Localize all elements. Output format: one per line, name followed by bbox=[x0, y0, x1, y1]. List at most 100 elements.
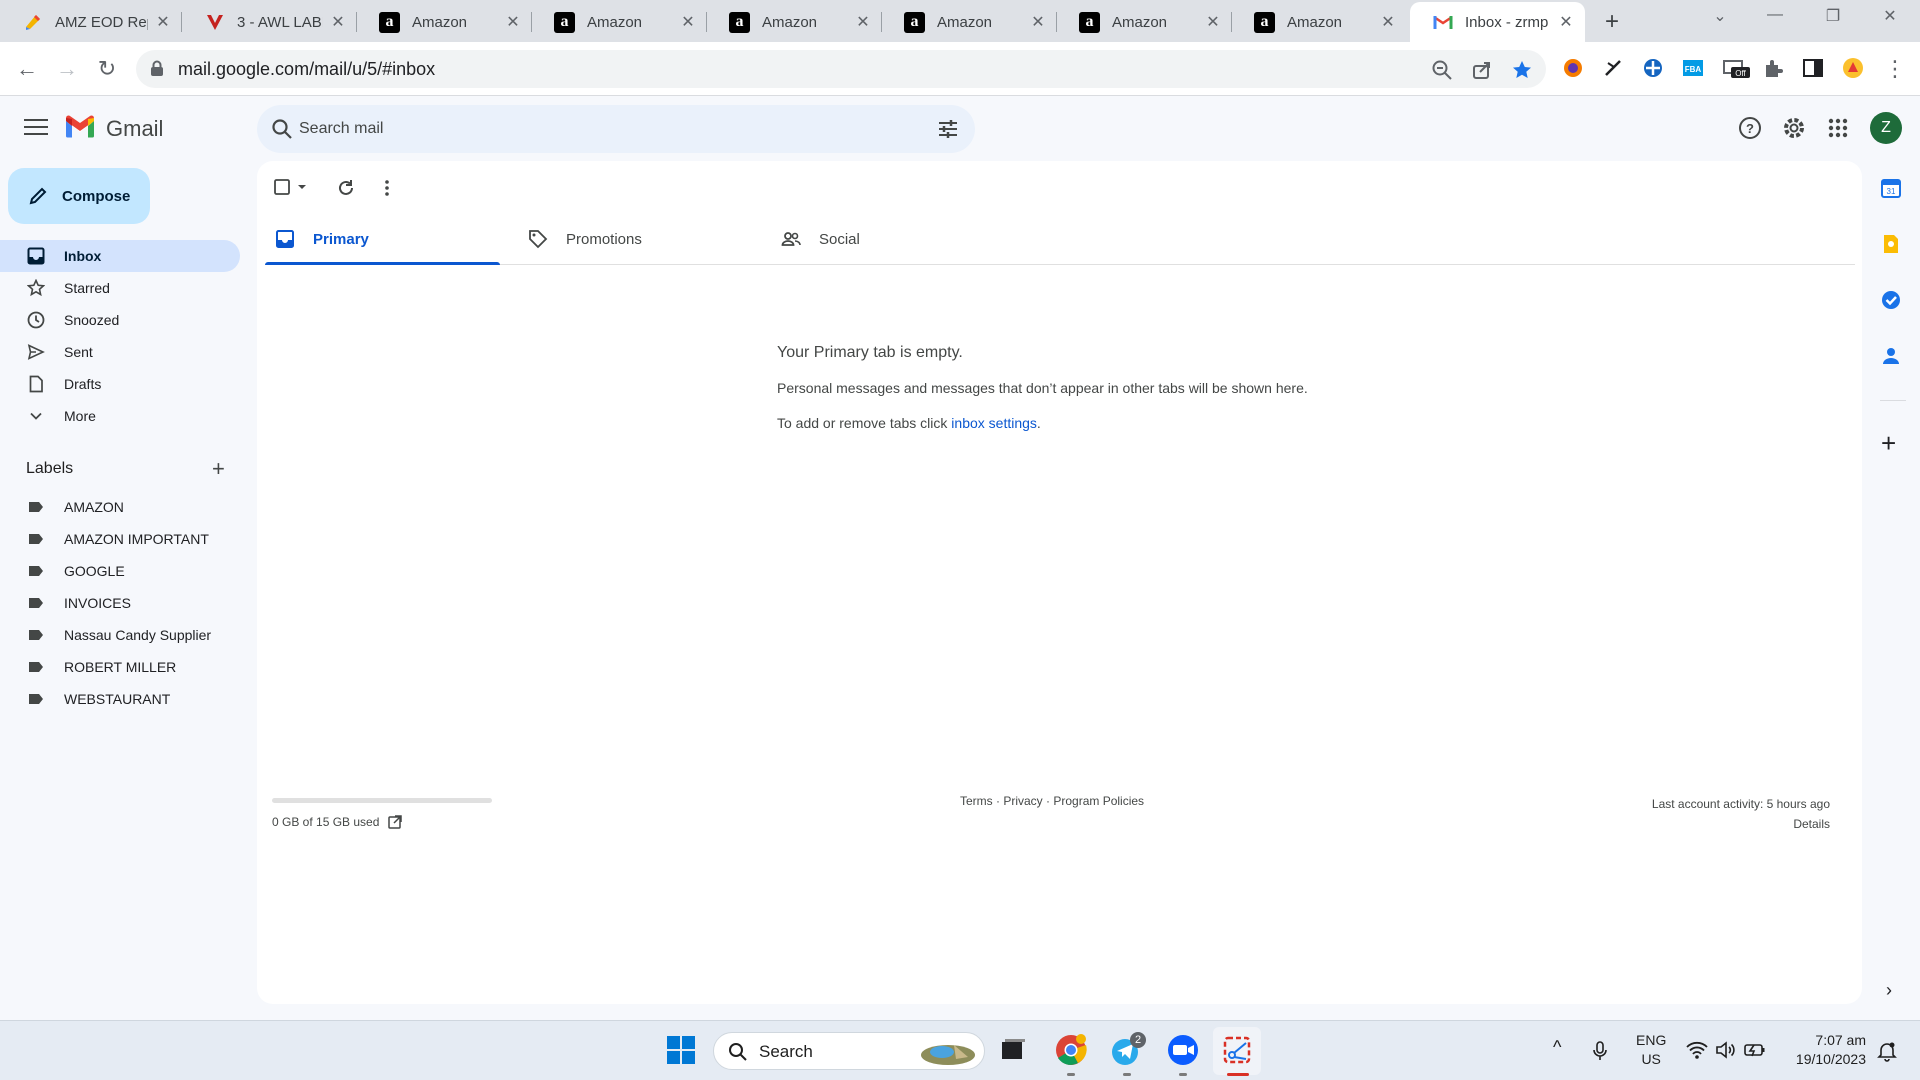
share-icon[interactable] bbox=[1471, 59, 1493, 81]
sidebar-item-drafts[interactable]: Drafts bbox=[0, 368, 240, 400]
restore-icon[interactable]: ❐ bbox=[1813, 6, 1853, 26]
zoom-out-icon[interactable] bbox=[1431, 59, 1453, 81]
browser-tab[interactable]: 3 - AWL LABE ✕ bbox=[182, 2, 357, 42]
side-panel-icon[interactable] bbox=[1802, 57, 1824, 79]
calendar-icon[interactable]: 31 bbox=[1880, 177, 1902, 199]
clock[interactable]: 7:07 am 19/10/2023 bbox=[1786, 1031, 1866, 1069]
privacy-link[interactable]: Privacy bbox=[1003, 794, 1042, 808]
show-hidden-icons-chevron-icon[interactable]: ^ bbox=[1553, 1037, 1561, 1058]
browser-tab-active[interactable]: Inbox - zrmp ✕ bbox=[1410, 2, 1585, 42]
firefox-like-extension-icon[interactable] bbox=[1562, 57, 1584, 79]
search-icon[interactable] bbox=[271, 118, 293, 140]
help-icon[interactable]: ? bbox=[1737, 115, 1763, 141]
search-input[interactable] bbox=[299, 117, 899, 141]
close-tab-icon[interactable]: ✕ bbox=[1557, 12, 1575, 32]
tasks-icon[interactable] bbox=[1880, 289, 1902, 311]
program-policies-link[interactable]: Program Policies bbox=[1053, 794, 1144, 808]
refresh-icon[interactable] bbox=[336, 176, 356, 200]
label-item[interactable]: ROBERT MILLER bbox=[0, 651, 240, 683]
sidebar-item-sent[interactable]: Sent bbox=[0, 336, 240, 368]
get-addons-plus-icon[interactable]: + bbox=[1881, 428, 1896, 459]
browser-tab[interactable]: a Amazon ✕ bbox=[357, 2, 532, 42]
contacts-icon[interactable] bbox=[1880, 345, 1902, 367]
taskbar-search[interactable]: Search bbox=[713, 1032, 985, 1070]
apps-grid-icon[interactable] bbox=[1825, 115, 1851, 141]
browser-tab[interactable]: a Amazon ✕ bbox=[1057, 2, 1232, 42]
snowflake-extension-icon[interactable] bbox=[1642, 57, 1664, 79]
back-icon[interactable]: ← bbox=[12, 54, 42, 84]
inbox-settings-link[interactable]: inbox settings bbox=[951, 415, 1037, 431]
tab-primary[interactable]: Primary bbox=[265, 213, 500, 265]
reload-icon[interactable]: ↻ bbox=[92, 54, 122, 84]
new-tab-icon[interactable]: + bbox=[1600, 8, 1624, 36]
close-tab-icon[interactable]: ✕ bbox=[154, 12, 172, 32]
main-menu-icon[interactable] bbox=[24, 119, 48, 137]
extensions-puzzle-icon[interactable] bbox=[1762, 57, 1784, 79]
address-bar[interactable]: mail.google.com/mail/u/5/#inbox bbox=[136, 50, 1546, 88]
browser-tab[interactable]: AMZ EOD Rep ✕ bbox=[0, 2, 182, 42]
task-view-icon[interactable] bbox=[996, 1033, 1030, 1067]
more-vert-icon[interactable] bbox=[377, 176, 397, 200]
wifi-icon[interactable] bbox=[1686, 1040, 1708, 1060]
close-tab-icon[interactable]: ✕ bbox=[854, 12, 872, 32]
close-tab-icon[interactable]: ✕ bbox=[1379, 12, 1397, 32]
bookmark-star-icon[interactable] bbox=[1511, 59, 1533, 81]
label-item[interactable]: GOOGLE bbox=[0, 555, 240, 587]
label-item[interactable]: WEBSTAURANT bbox=[0, 683, 240, 715]
account-avatar[interactable]: Z bbox=[1870, 112, 1902, 144]
minimize-icon[interactable]: — bbox=[1755, 6, 1795, 24]
search-bar[interactable] bbox=[257, 105, 975, 153]
windows-start-icon[interactable] bbox=[664, 1033, 698, 1067]
chrome-icon[interactable] bbox=[1054, 1033, 1088, 1067]
zoom-icon[interactable] bbox=[1166, 1033, 1200, 1067]
close-tab-icon[interactable]: ✕ bbox=[329, 12, 347, 32]
label-item[interactable]: AMAZON IMPORTANT bbox=[0, 523, 240, 555]
label-item[interactable]: Nassau Candy Supplier bbox=[0, 619, 240, 651]
label-item[interactable]: AMAZON bbox=[0, 491, 240, 523]
fba-extension-icon[interactable]: FBA bbox=[1682, 57, 1704, 79]
tab-social[interactable]: Social bbox=[771, 213, 1006, 265]
select-all-control[interactable] bbox=[273, 175, 309, 199]
checkbox-icon[interactable] bbox=[273, 178, 291, 196]
sidebar-item-starred[interactable]: Starred bbox=[0, 272, 240, 304]
close-tab-icon[interactable]: ✕ bbox=[679, 12, 697, 32]
add-label-icon[interactable]: + bbox=[212, 456, 225, 482]
tab-search-chevron-icon[interactable]: ⌄ bbox=[1700, 6, 1740, 26]
tab-promotions[interactable]: Promotions bbox=[518, 213, 753, 265]
cursor-extension-icon[interactable] bbox=[1602, 57, 1624, 79]
volume-icon[interactable] bbox=[1715, 1040, 1737, 1060]
close-tab-icon[interactable]: ✕ bbox=[1204, 12, 1222, 32]
search-options-icon[interactable] bbox=[937, 118, 959, 140]
sidebar-item-snoozed[interactable]: Snoozed bbox=[0, 304, 240, 336]
notification-bell-icon[interactable] bbox=[1876, 1040, 1898, 1062]
close-window-icon[interactable]: ✕ bbox=[1870, 6, 1910, 26]
lock-icon[interactable] bbox=[150, 60, 164, 82]
input-language[interactable]: ENG US bbox=[1636, 1031, 1666, 1069]
browser-tab[interactable]: a Amazon ✕ bbox=[882, 2, 1057, 42]
gmail-logo-icon[interactable] bbox=[64, 115, 96, 139]
caret-down-icon[interactable] bbox=[295, 180, 309, 194]
compose-button[interactable]: Compose bbox=[8, 168, 150, 224]
off-extension-icon[interactable]: Off bbox=[1722, 57, 1752, 79]
snipping-tool-icon[interactable] bbox=[1220, 1033, 1254, 1067]
label-item[interactable]: INVOICES bbox=[0, 587, 240, 619]
browser-tab[interactable]: a Amazon ✕ bbox=[707, 2, 882, 42]
terms-link[interactable]: Terms bbox=[960, 794, 993, 808]
close-tab-icon[interactable]: ✕ bbox=[504, 12, 522, 32]
sidebar-item-more[interactable]: More bbox=[0, 400, 240, 432]
close-tab-icon[interactable]: ✕ bbox=[1029, 12, 1047, 32]
profile-extension-icon[interactable] bbox=[1842, 57, 1864, 79]
sidebar-item-inbox[interactable]: Inbox bbox=[0, 240, 240, 272]
browser-tab[interactable]: a Amazon ✕ bbox=[1232, 2, 1407, 42]
hide-side-panel-chevron-icon[interactable]: › bbox=[1886, 980, 1892, 1001]
activity-details-link[interactable]: Details bbox=[1652, 814, 1830, 834]
pencil-icon bbox=[29, 187, 47, 205]
browser-menu-icon[interactable]: ⋮ bbox=[1880, 54, 1910, 84]
open-external-icon[interactable] bbox=[387, 814, 403, 830]
battery-charging-icon[interactable] bbox=[1743, 1040, 1767, 1060]
forward-icon[interactable]: → bbox=[52, 54, 82, 84]
microphone-icon[interactable] bbox=[1591, 1040, 1609, 1062]
settings-gear-icon[interactable] bbox=[1781, 115, 1807, 141]
browser-tab[interactable]: a Amazon ✕ bbox=[532, 2, 707, 42]
keep-icon[interactable] bbox=[1880, 233, 1902, 255]
